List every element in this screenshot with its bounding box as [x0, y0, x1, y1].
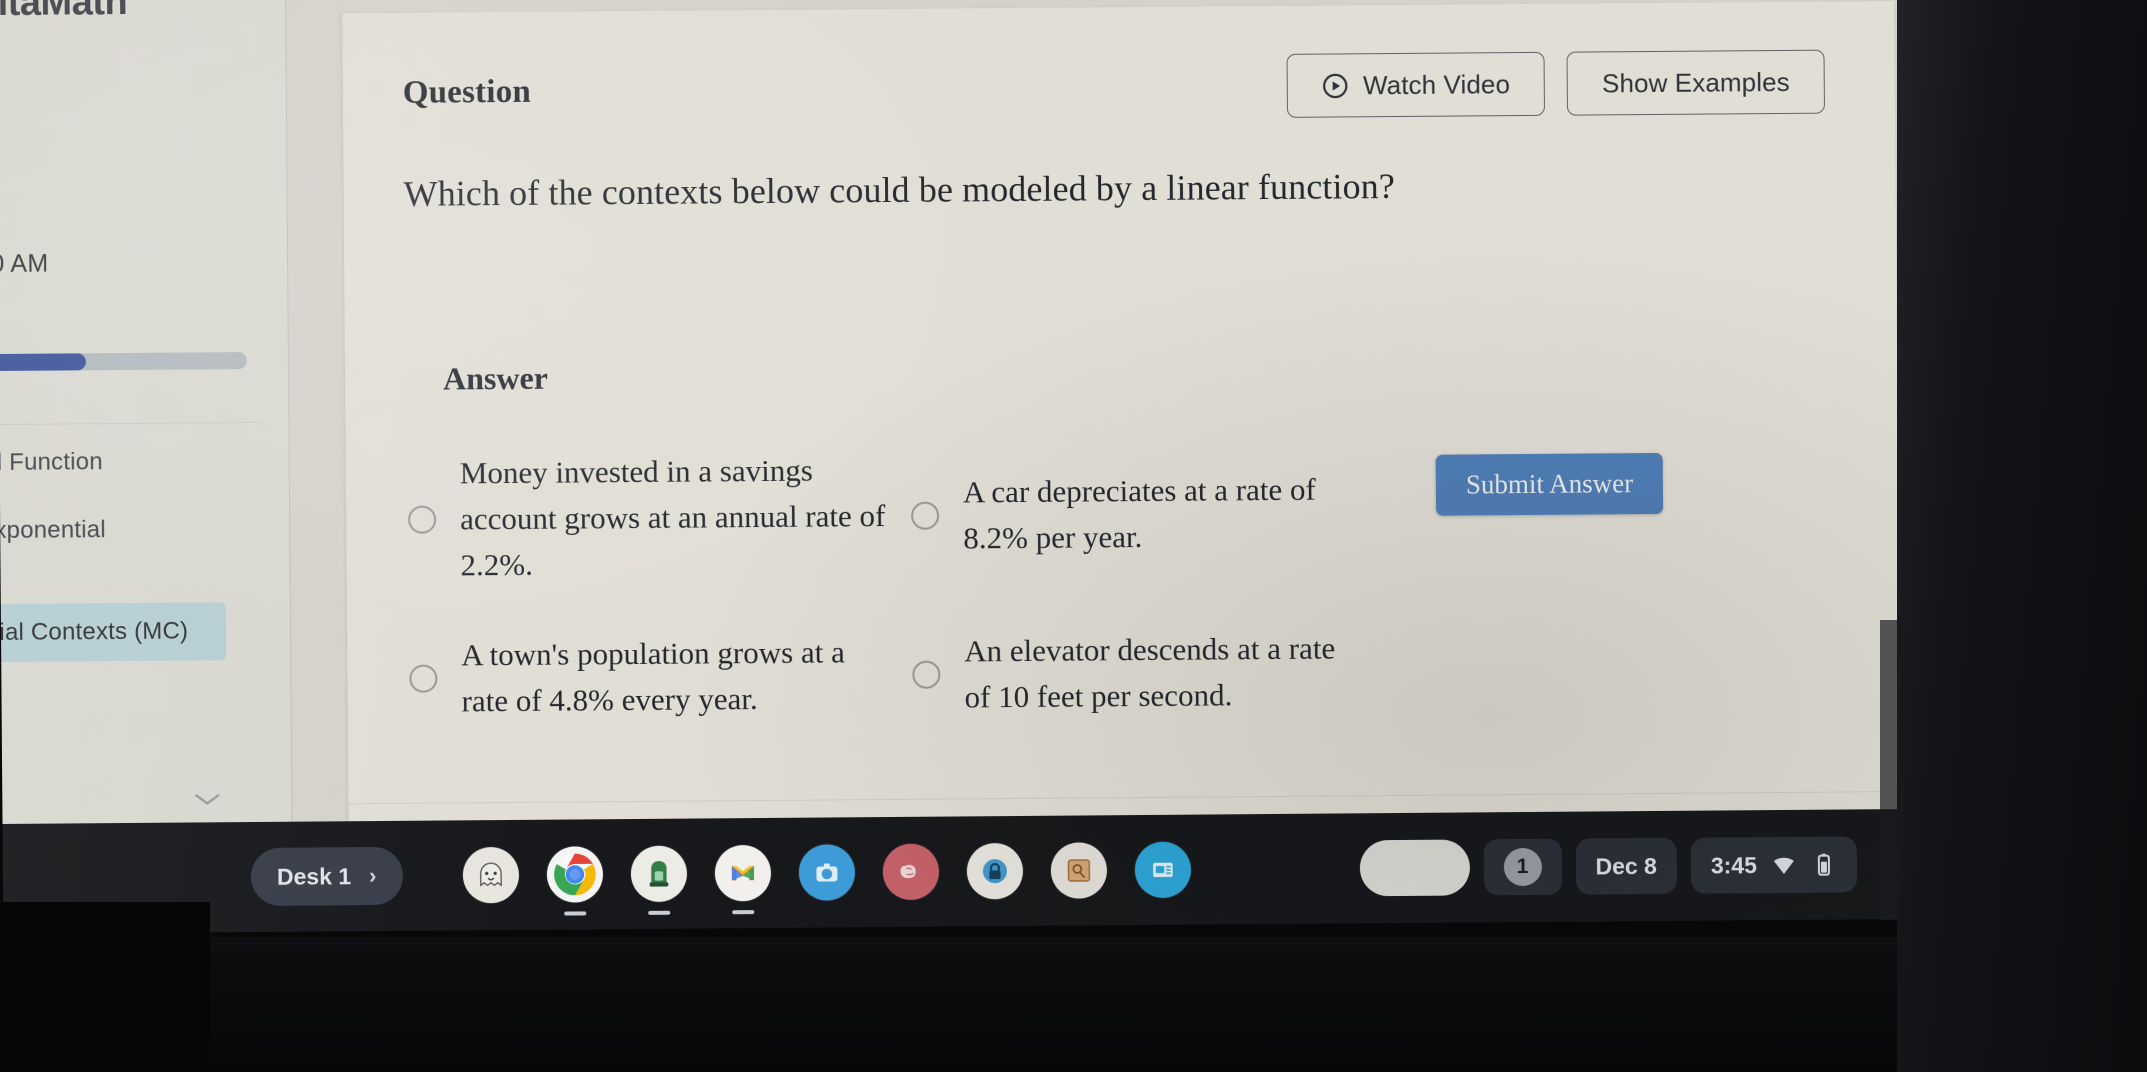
notification-count-chip[interactable]: 1: [1483, 838, 1562, 896]
tray-date: Dec 8: [1595, 852, 1657, 879]
answer-option-b-label: A car depreciates at a rate of 8.2% per …: [962, 471, 1316, 556]
submit-answer-button[interactable]: Submit Answer: [1435, 452, 1664, 516]
camera-glyph-icon: [816, 863, 838, 882]
question-header: Question Watch Video Show Examples: [402, 49, 1834, 135]
answer-heading: Answer: [442, 359, 549, 397]
backpack-glyph-icon: [649, 861, 669, 887]
watch-video-button[interactable]: Watch Video: [1286, 51, 1546, 118]
answer-row: A town's population grows at a rate of 4…: [409, 625, 1410, 725]
assignment-progress-bar: [0, 352, 247, 372]
shelf-app-icons: [462, 841, 1192, 916]
sidebar-item-exponential[interactable]: Exponential: [0, 516, 106, 545]
radio-icon[interactable]: [911, 501, 940, 530]
answer-options: Money invested in a savings account grow…: [408, 443, 1410, 768]
app-running-indicator: [732, 910, 755, 915]
screen-bezel-bottom-left: [0, 902, 210, 1072]
laptop-screen: DeltaMath 00 AM ial Function Exponential…: [0, 0, 1910, 934]
slides-glyph-icon: [1153, 862, 1173, 878]
lock-glyph-icon: [982, 859, 1007, 884]
show-examples-label: Show Examples: [1601, 66, 1790, 98]
assignment-progress-fill: [0, 353, 86, 372]
gmail-glyph-icon: [731, 865, 755, 881]
question-heading: Question: [402, 73, 532, 111]
slides-icon[interactable]: [1134, 841, 1192, 899]
desk-switcher-button[interactable]: Desk 1 ›: [250, 846, 404, 907]
chrome-icon[interactable]: [546, 846, 604, 916]
ghost-face-icon: [480, 862, 502, 887]
app-running-indicator: [564, 911, 587, 916]
chromeos-shelf: Desk 1 › 1 Dec 8 3:45: [2, 809, 1910, 934]
launcher-ghost-icon[interactable]: [462, 846, 520, 904]
radio-icon[interactable]: [912, 660, 941, 689]
wifi-icon: [1773, 857, 1794, 874]
question-header-actions: Watch Video Show Examples: [1286, 49, 1825, 118]
show-examples-button[interactable]: Show Examples: [1566, 49, 1825, 116]
radio-icon[interactable]: [408, 505, 437, 534]
chevron-down-icon[interactable]: [194, 792, 220, 806]
answer-option-d[interactable]: An elevator descends at a rate of 10 fee…: [912, 625, 1410, 721]
gmail-icon[interactable]: [714, 844, 772, 915]
app-running-indicator: [648, 910, 671, 915]
system-tray: 1 Dec 8 3:45: [1359, 836, 1858, 897]
play-circle-icon: [1323, 73, 1348, 98]
answer-option-b[interactable]: A car depreciates at a rate of 8.2% per …: [911, 443, 1409, 585]
answer-row: Money invested in a savings account grow…: [408, 443, 1409, 588]
notification-badge: 1: [1503, 847, 1542, 887]
assignment-due-time: 00 AM: [0, 249, 49, 279]
battery-icon: [1817, 853, 1830, 876]
card-divider: [348, 791, 1901, 805]
question-card: Question Watch Video Show Examples Which…: [341, 1, 1902, 903]
photo-frame-icon[interactable]: [1050, 842, 1108, 899]
answer-option-c-label: A town's population grows at a rate of 4…: [461, 633, 845, 718]
brain-icon[interactable]: [882, 843, 940, 901]
answer-option-a-label: Money invested in a savings account grow…: [459, 452, 886, 583]
backpack-icon[interactable]: [630, 845, 688, 915]
notification-bubble[interactable]: [1359, 839, 1470, 897]
secure-lock-icon[interactable]: [966, 842, 1024, 900]
answer-option-c[interactable]: A town's population grows at a rate of 4…: [409, 628, 907, 724]
status-chip[interactable]: 3:45: [1690, 836, 1858, 894]
app-logo[interactable]: DeltaMath: [0, 0, 127, 25]
screen-bezel-right: [1897, 0, 2147, 1072]
sidebar: DeltaMath 00 AM ial Function Exponential…: [0, 0, 293, 874]
tray-time: 3:45: [1710, 851, 1757, 879]
watch-video-label: Watch Video: [1362, 68, 1511, 100]
brain-glyph-icon: [900, 864, 916, 879]
sidebar-item-exponential-contexts-mc[interactable]: ntial Contexts (MC): [0, 602, 227, 663]
camera-icon[interactable]: [798, 844, 856, 901]
chrome-glyph-icon: [554, 853, 596, 896]
question-prompt: Which of the contexts below could be mod…: [403, 166, 1395, 214]
desk-label: Desk 1: [276, 862, 352, 890]
chevron-right-icon[interactable]: ›: [369, 863, 377, 889]
screen-bezel-bottom: [0, 937, 2147, 1072]
answer-option-a[interactable]: Money invested in a savings account grow…: [408, 447, 906, 589]
radio-icon[interactable]: [409, 664, 438, 693]
answer-option-d-label: An elevator descends at a rate of 10 fee…: [964, 630, 1336, 714]
sidebar-item-exponential-function[interactable]: ial Function: [0, 448, 103, 477]
sidebar-divider: [0, 421, 260, 426]
date-chip[interactable]: Dec 8: [1575, 837, 1678, 895]
photo-frame-glyph-icon: [1067, 859, 1091, 882]
